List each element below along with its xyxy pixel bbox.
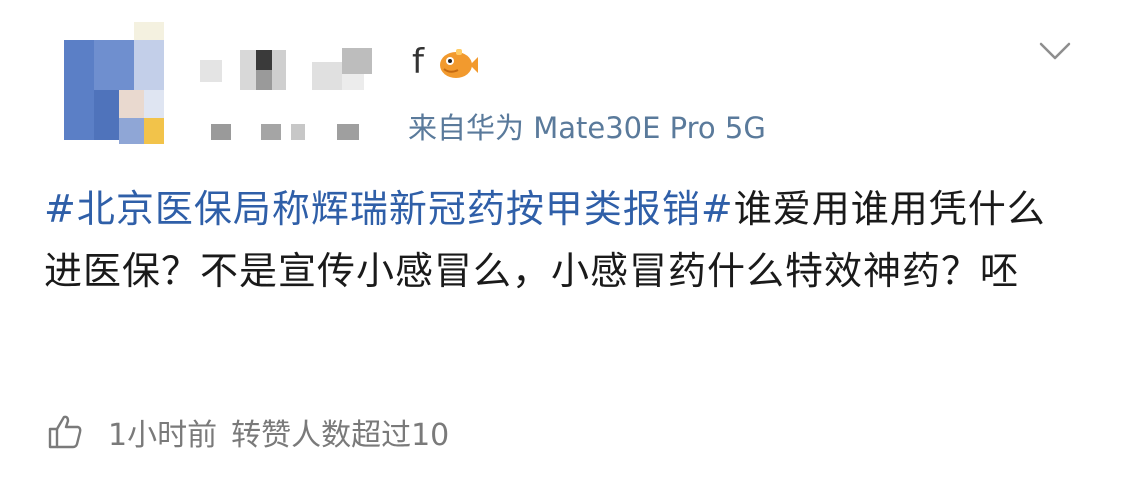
fish-icon — [436, 46, 478, 82]
blurred-username — [200, 48, 372, 90]
blurred-avatar-image — [64, 22, 164, 144]
post-footer: 1小时前 转赞人数超过10 — [46, 408, 449, 456]
username-blurred[interactable] — [200, 32, 410, 102]
hashtag-link[interactable]: #北京医保局称辉瑞新冠药按甲类报销# — [44, 187, 734, 231]
post-time: 1小时前 — [108, 418, 218, 453]
avatar[interactable] — [64, 22, 164, 144]
device-source: 来自华为 Mate30E Pro 5G — [408, 111, 766, 145]
repost-count: 转赞人数超过10 — [231, 418, 450, 453]
username-visible-suffix[interactable]: f — [412, 42, 424, 82]
thumbs-up-icon[interactable] — [46, 413, 84, 451]
post-content: #北京医保局称辉瑞新冠药按甲类报销#谁爱用谁用凭什么进医保？不是宣传小感冒么，小… — [44, 178, 1064, 302]
chevron-down-icon[interactable] — [1038, 40, 1072, 62]
source-blurred — [205, 118, 415, 146]
